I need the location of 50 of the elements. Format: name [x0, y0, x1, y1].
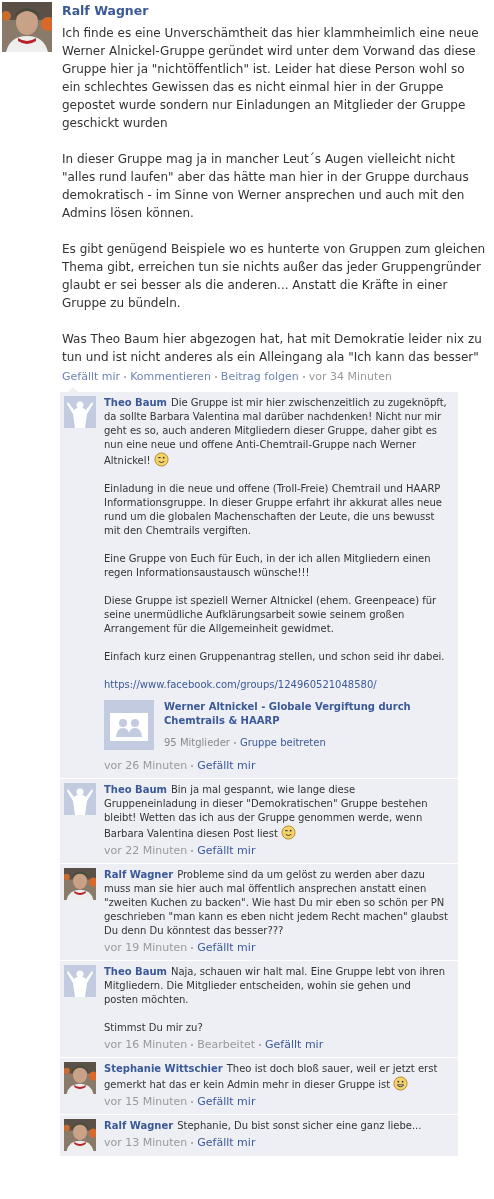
action-link[interactable]: Gefällt mir: [197, 844, 256, 858]
default-avatar-icon: [64, 783, 96, 815]
action-link[interactable]: Gefällt mir: [265, 1038, 324, 1052]
meta-text: vor 26 Minuten: [104, 759, 188, 773]
action-link[interactable]: Gefällt mir: [197, 759, 256, 773]
post-paragraph: Ich finde es eine Unverschämtheit das hier klammheimlich eine neue Werner Alnickel-Gruppe geründet wird unter dem Vorwand das diese Gruppe hier ja "nichtöffentlich" ist. Leider hat diese Person wohl so ein schlechtes Gewissen das es nicht einmal hier in der Gruppe gepostet wurde sondern nur Einladungen an Mitglieder der Gruppe geschickt wurden: [62, 25, 480, 132]
default-avatar-icon: [64, 965, 96, 997]
member-count: 95 Mitglieder: [164, 736, 230, 750]
action-link[interactable]: Kommentieren: [130, 370, 211, 384]
grinning-smiley-icon: [393, 1076, 409, 1091]
winking-smiley-icon: [153, 452, 169, 467]
comment-text: Einladung in die neue und offene (Troll-Freie) Chemtrail und HAARP Informationsgruppe. In dieser Gruppe erfahrt ihr akkurat alles neue rund um die globalen Machenschaften der Leute, die uns bewusst mit den Chemtrails vergiften.: [104, 482, 443, 538]
post-paragraph: Es gibt genügend Beispiele wo es hunterte von Gruppen zum gleichen Thema gibt, erreichen tun sie nichts außer das jeder Gruppengründer glaubt er sei besser als die anderen... Anstatt die Kräfte in einer Gruppe zu bündeln.: [62, 241, 486, 312]
comment-text: Einfach kurz einen Gruppenantrag stellen, und schon seid ihr dabei.: [104, 650, 446, 664]
comment-text: Theo Baum Naja, schauen wir halt mal. Eine Gruppe lebt von ihren Mitgliedern. Die Mitglieder entscheiden, wohin sie gehen und posten möchten.: [104, 965, 447, 1007]
author-name[interactable]: Theo Baum: [104, 397, 167, 408]
winking-smiley-icon: [280, 825, 296, 840]
action-link[interactable]: Beitrag folgen: [220, 370, 299, 384]
author-name[interactable]: Stephanie Wittschier: [104, 1063, 223, 1074]
meta-text: vor 13 Minuten: [104, 1136, 188, 1150]
meta-text: Bearbeitet: [197, 1038, 256, 1052]
comment-text: Ralf Wagner Probleme sind da um gelöst zu werden aber dazu muss man sie hier auch mal öffentlich ansprechen anstatt einen "zweiten Kuchen zu backen". Wie hast Du mir eben so schön per PN geschrieben "man kann es eben nicht jedem Recht machen" glaubst Du denn Du könntest das besser???: [104, 868, 448, 938]
comment-text: Theo Baum Die Gruppe ist mir hier zwischenzeitlich zu zugeknöpft, da sollte Barbara Valentina mal darüber nachdenken! Nicht nur mir geht es so, auch anderen Mitgliedern dieser Gruppe, daher gibt es nun eine neue und offene Anti-Chemtrail-Gruppe nach Werner Altnickel!: [104, 396, 448, 468]
group-icon: [104, 700, 154, 750]
action-link[interactable]: Gefällt mir: [197, 1136, 256, 1150]
meta-text: vor 22 Minuten: [104, 844, 188, 858]
join-group-link[interactable]: Gruppe beitreten: [239, 736, 326, 750]
group-title-link[interactable]: Werner Altnickel - Globale Vergiftung durch Chemtrails & HAARP: [164, 700, 448, 728]
author-name[interactable]: Ralf Wagner: [104, 869, 174, 880]
author-name[interactable]: Theo Baum: [104, 784, 167, 795]
comment-text: Theo Baum Bin ja mal gespannt, wie lange diese Gruppeneinladung in dieser "Demokratischen" Gruppe bestehen bleibt! Wetten das ich aus der Gruppe genommen werde, wenn Barbara Valentina diesen Post liest: [104, 783, 429, 841]
author-name[interactable]: Ralf Wagner: [62, 2, 486, 20]
author-name[interactable]: Ralf Wagner: [104, 1120, 174, 1131]
comment-text: Ralf Wagner Stephanie, Du bist sonst sicher eine ganz liebe...: [104, 1119, 423, 1133]
meta-text: vor 19 Minuten: [104, 941, 188, 955]
action-link[interactable]: Gefällt mir: [62, 370, 121, 384]
post-paragraph: Was Theo Baum hier abgezogen hat, hat mit Demokratie leider nix zu tun und ist nicht anderes als ein Alleingang ala "Ich kann das besser": [62, 331, 483, 366]
default-avatar-icon: [64, 396, 96, 428]
action-link[interactable]: Gefällt mir: [197, 1095, 256, 1109]
action-link[interactable]: Gefällt mir: [197, 941, 256, 955]
comment-text: Eine Gruppe von Euch für Euch, in der ich allen Mitgliedern einen regen Informationsaustausch wünsche!!!: [104, 552, 432, 580]
meta-text: vor 34 Minuten: [308, 370, 392, 384]
comment-text: Stimmst Du mir zu?: [104, 1021, 204, 1035]
meta-text: vor 16 Minuten: [104, 1038, 188, 1052]
comment-text: Stephanie Wittschier Theo ist doch bloß sauer, weil er jetzt erst gemerkt hat das er kein Admin mehr in dieser Gruppe ist: [104, 1062, 439, 1092]
author-name[interactable]: Theo Baum: [104, 966, 167, 977]
post-paragraph: In dieser Gruppe mag ja in mancher Leut´s Augen vielleicht nicht "alles rund laufen" aber das hätte man hier in der Gruppe durchaus demokratisch - im Sinne von Werner ansprechen und auch mit den Admins lösen können.: [62, 151, 470, 222]
meta-text: vor 15 Minuten: [104, 1095, 188, 1109]
group-url-link[interactable]: https://www.facebook.com/groups/124960521048580/: [104, 678, 448, 692]
comment-text: Diese Gruppe ist speziell Werner Altnickel (ehem. Greenpeace) für seine unermüdliche Aufklärungsarbeit sowie seinem großen Arrangement für die Allgemeinheit gewidmet.: [104, 594, 438, 636]
